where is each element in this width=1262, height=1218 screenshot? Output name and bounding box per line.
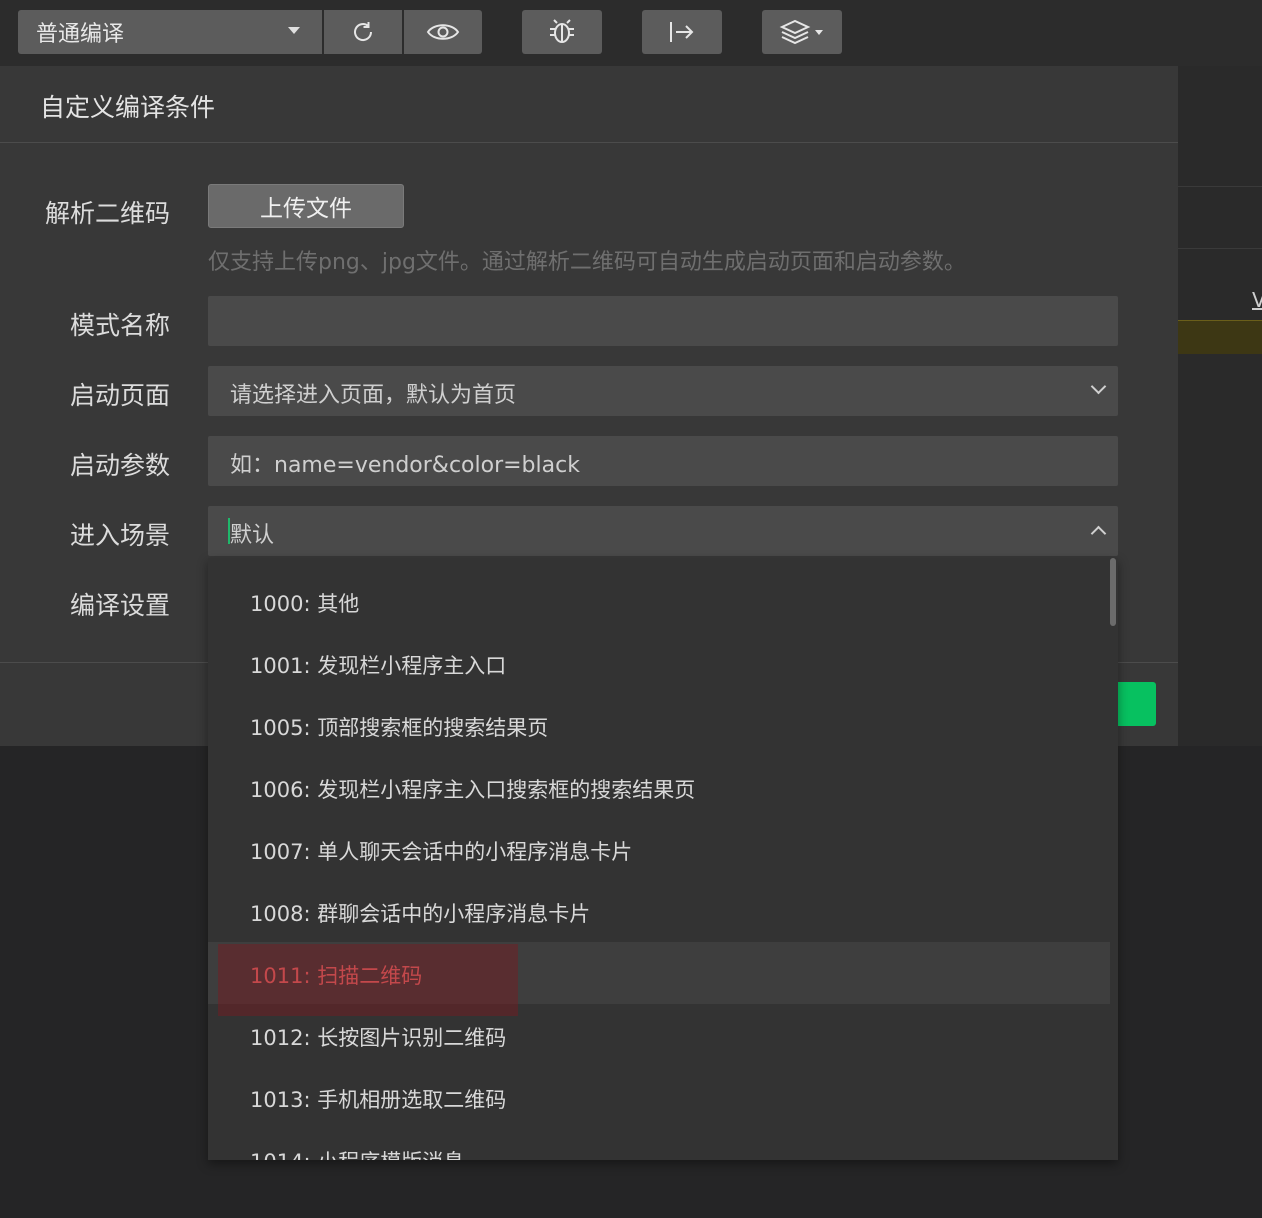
eye-icon — [426, 24, 460, 40]
scene-option-label: 1006: 发现栏小程序主入口搜索框的搜索结果页 — [250, 778, 696, 802]
upload-file-button[interactable]: 上传文件 — [208, 184, 404, 228]
upload-button[interactable] — [642, 10, 722, 54]
scene-option[interactable]: 1001: 发现栏小程序主入口 — [208, 632, 1110, 694]
mode-name-input[interactable] — [208, 296, 1118, 346]
chevron-down-icon — [1090, 378, 1107, 395]
scene-dropdown: 1000: 其他 1001: 发现栏小程序主入口 1005: 顶部搜索框的搜索结… — [208, 558, 1118, 1160]
launch-page-label: 启动页面 — [69, 381, 170, 410]
launch-params-placeholder: 如：name=vendor&color=black — [230, 453, 580, 478]
background-panel: V — [1178, 66, 1262, 746]
preview-button[interactable] — [404, 10, 482, 54]
scene-option-label: 1000: 其他 — [250, 592, 360, 616]
scene-select[interactable]: 默认 — [208, 506, 1118, 556]
divider — [1178, 248, 1262, 249]
mode-name-label: 模式名称 — [69, 311, 170, 340]
scene-value: 默认 — [230, 523, 275, 548]
qr-hint: 仅支持上传png、jpg文件。通过解析二维码可自动生成启动页面和启动参数。 — [208, 250, 966, 275]
scene-option-label: 1001: 发现栏小程序主入口 — [250, 654, 507, 678]
scene-label: 进入场景 — [69, 521, 170, 550]
scene-option-label: 1013: 手机相册选取二维码 — [250, 1088, 507, 1112]
compile-settings-label: 编译设置 — [69, 591, 170, 620]
compile-mode-select[interactable]: 普通编译 — [18, 10, 322, 54]
dropdown-scrollbar[interactable] — [1110, 558, 1116, 626]
launch-params-input[interactable]: 如：name=vendor&color=black — [208, 436, 1118, 486]
scene-option-label: 1012: 长按图片识别二维码 — [250, 1026, 507, 1050]
scene-option[interactable]: 1000: 其他 — [208, 570, 1110, 632]
scene-option[interactable]: 1012: 长按图片识别二维码 — [208, 1004, 1110, 1066]
compile-mode-label: 普通编译 — [36, 22, 125, 47]
debug-button[interactable] — [522, 10, 602, 54]
scene-option-label: 1014: 小程序模版消息 — [250, 1146, 464, 1160]
scene-option[interactable]: 1013: 手机相册选取二维码 — [208, 1066, 1110, 1128]
toolbar: 普通编译 — [0, 0, 1262, 66]
scene-option[interactable]: 1007: 单人聊天会话中的小程序消息卡片 — [208, 818, 1110, 880]
divider — [0, 142, 1178, 143]
scene-option[interactable]: 1014: 小程序模版消息 — [208, 1128, 1110, 1160]
caret-down-icon — [288, 27, 300, 34]
scene-option[interactable]: 1006: 发现栏小程序主入口搜索框的搜索结果页 — [208, 756, 1110, 818]
divider — [1178, 186, 1262, 187]
layers-icon — [779, 19, 823, 45]
dialog-title: 自定义编译条件 — [40, 93, 216, 122]
qr-label: 解析二维码 — [44, 199, 170, 228]
background-text: V — [1252, 288, 1262, 312]
scene-option-label: 1008: 群聊会话中的小程序消息卡片 — [250, 902, 591, 926]
upload-icon — [670, 22, 694, 42]
refresh-button[interactable] — [324, 10, 402, 54]
highlighted-row — [1178, 320, 1262, 354]
scene-option[interactable]: 1005: 顶部搜索框的搜索结果页 — [208, 694, 1110, 756]
layers-button[interactable] — [762, 10, 842, 54]
scene-option-label: 1007: 单人聊天会话中的小程序消息卡片 — [250, 840, 633, 864]
launch-params-label: 启动参数 — [69, 451, 170, 480]
scene-option-label: 1005: 顶部搜索框的搜索结果页 — [250, 716, 549, 740]
bug-icon — [550, 19, 574, 43]
launch-page-placeholder: 请选择进入页面，默认为首页 — [230, 383, 517, 408]
launch-page-select[interactable]: 请选择进入页面，默认为首页 — [208, 366, 1118, 416]
scene-option[interactable]: 1008: 群聊会话中的小程序消息卡片 — [208, 880, 1110, 942]
chevron-up-icon — [1090, 525, 1107, 542]
refresh-icon — [354, 22, 373, 41]
